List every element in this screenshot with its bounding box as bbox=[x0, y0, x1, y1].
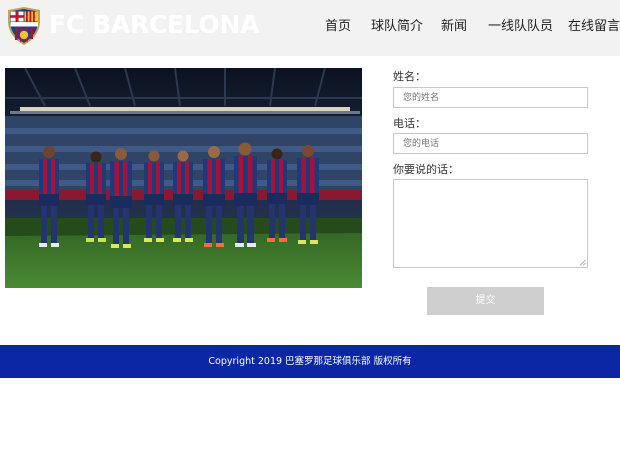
phone-input[interactable] bbox=[393, 133, 588, 154]
team-photo-image bbox=[5, 68, 362, 288]
submit-button[interactable]: 提交 bbox=[427, 287, 544, 315]
phone-label: 电话： bbox=[393, 117, 426, 130]
name-input[interactable] bbox=[393, 87, 588, 108]
nav-online-message[interactable]: 在线留言 bbox=[568, 17, 620, 37]
main-nav: 首页 球队简介 新闻 一线队队员 在线留言 bbox=[0, 17, 620, 39]
site-header: FC BARCELONA 首页 球队简介 新闻 一线队队员 在线留言 bbox=[0, 0, 620, 56]
site-footer: Copyright 2019 巴塞罗那足球俱乐部 版权所有 bbox=[0, 345, 620, 378]
nav-news[interactable]: 新闻 bbox=[441, 17, 467, 37]
copyright-text: Copyright 2019 巴塞罗那足球俱乐部 版权所有 bbox=[208, 356, 412, 367]
nav-team-intro[interactable]: 球队简介 bbox=[371, 17, 423, 37]
nav-first-team-players[interactable]: 一线队队员 bbox=[488, 17, 553, 37]
message-textarea[interactable] bbox=[393, 179, 588, 268]
resize-grip-icon[interactable] bbox=[579, 259, 586, 266]
team-photo bbox=[5, 68, 362, 288]
message-label: 你要说的话： bbox=[393, 163, 459, 176]
name-label: 姓名： bbox=[393, 70, 426, 83]
nav-home[interactable]: 首页 bbox=[325, 17, 351, 37]
